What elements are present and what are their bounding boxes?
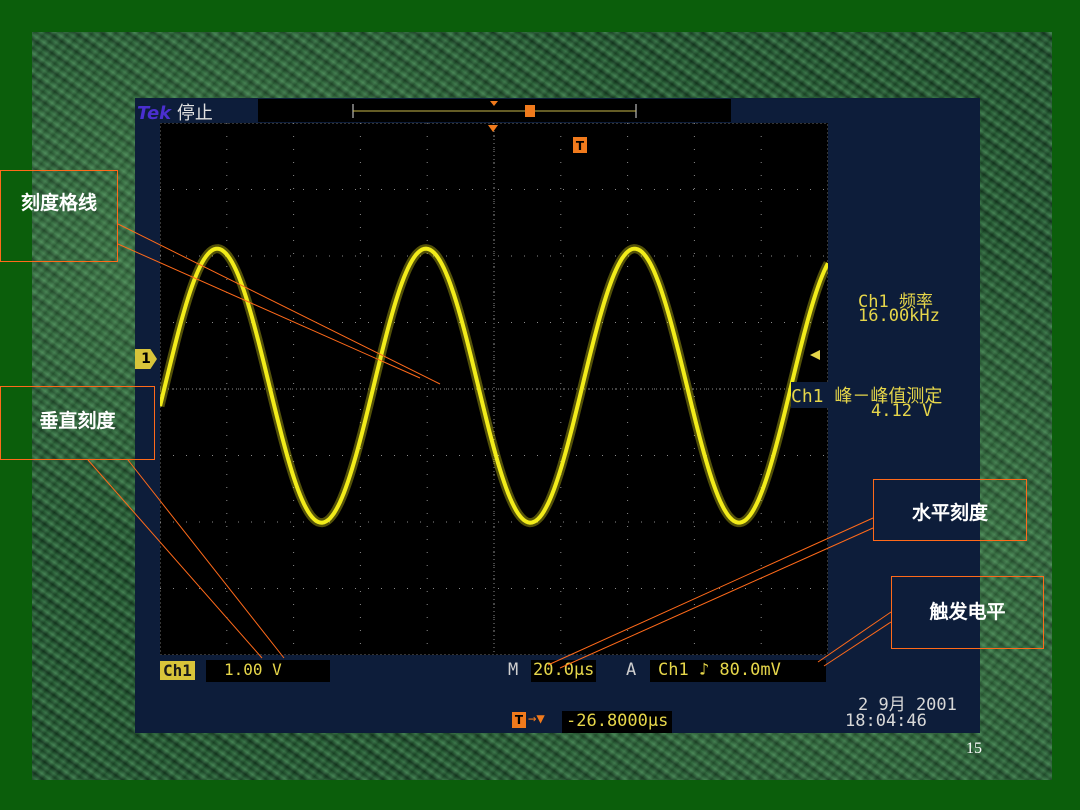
tek-logo: Tek	[137, 103, 172, 124]
waveform-trace	[160, 246, 828, 525]
trigger-level-marker	[810, 350, 820, 360]
trigger-offset-icon: T	[512, 712, 526, 728]
page-number: 15	[966, 740, 982, 757]
scope-time: 18:04:46	[845, 711, 927, 731]
main-timebase-label: M	[508, 660, 519, 680]
trigger-t-icon: T	[573, 137, 587, 153]
scope-screen: T	[160, 123, 828, 655]
svg-text:T: T	[576, 139, 585, 153]
volts-per-div: 1.00 V	[206, 660, 330, 682]
trigger-offset-arrow-icon: →▼	[528, 711, 545, 727]
pp-value: 4.12 V	[871, 401, 933, 421]
callout-vertical-scale: 垂直刻度	[0, 386, 155, 460]
callout-horizontal-scale: 水平刻度	[873, 479, 1027, 541]
waveform-glow	[160, 244, 828, 528]
trigger-position-marker	[488, 125, 498, 132]
channel-label: Ch1	[160, 661, 195, 680]
callout-trigger-level: 触发电平	[891, 576, 1044, 649]
scope-status-bar: Tek 停止	[137, 99, 213, 125]
trigger-a-label: A	[626, 660, 637, 680]
acquisition-status: 停止	[176, 103, 213, 124]
waveform-plot: T	[160, 123, 828, 655]
graticule	[160, 123, 828, 655]
slide-background: Tek 停止 T 1 Ch1 频率 16.00kHz Ch1 峰－峰值测定 4.…	[0, 0, 1080, 810]
record-bracket	[352, 101, 637, 118]
trigger-offset-value: -26.8000μs	[562, 711, 673, 733]
trigger-setting: Ch1 ♪ 80.0mV	[650, 660, 826, 682]
freq-value: 16.00kHz	[858, 306, 940, 326]
time-per-div: 20.0μs	[531, 660, 597, 682]
callout-graticule: 刻度格线	[0, 170, 118, 262]
record-view-bar	[258, 99, 731, 122]
